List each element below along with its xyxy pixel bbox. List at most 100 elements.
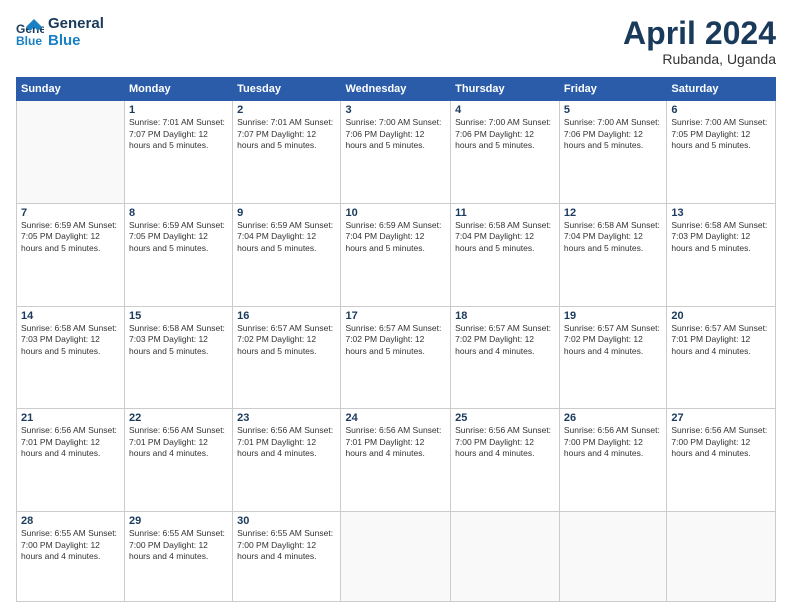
logo-blue: Blue — [48, 33, 104, 50]
header-row: SundayMondayTuesdayWednesdayThursdayFrid… — [17, 78, 776, 101]
calendar-cell — [667, 512, 776, 602]
header-day: Tuesday — [233, 78, 341, 101]
day-info: Sunrise: 7:00 AM Sunset: 7:06 PM Dayligh… — [455, 117, 555, 151]
day-info: Sunrise: 6:57 AM Sunset: 7:02 PM Dayligh… — [455, 323, 555, 357]
day-number: 4 — [455, 104, 555, 116]
calendar-cell: 18Sunrise: 6:57 AM Sunset: 7:02 PM Dayli… — [451, 306, 560, 409]
header-day: Saturday — [667, 78, 776, 101]
calendar-cell: 19Sunrise: 6:57 AM Sunset: 7:02 PM Dayli… — [559, 306, 666, 409]
day-info: Sunrise: 7:01 AM Sunset: 7:07 PM Dayligh… — [237, 117, 336, 151]
calendar-cell: 3Sunrise: 7:00 AM Sunset: 7:06 PM Daylig… — [341, 101, 451, 204]
calendar-cell: 28Sunrise: 6:55 AM Sunset: 7:00 PM Dayli… — [17, 512, 125, 602]
calendar-cell: 21Sunrise: 6:56 AM Sunset: 7:01 PM Dayli… — [17, 409, 125, 512]
day-number: 3 — [345, 104, 446, 116]
calendar-cell: 9Sunrise: 6:59 AM Sunset: 7:04 PM Daylig… — [233, 203, 341, 306]
calendar-cell: 13Sunrise: 6:58 AM Sunset: 7:03 PM Dayli… — [667, 203, 776, 306]
calendar-cell: 16Sunrise: 6:57 AM Sunset: 7:02 PM Dayli… — [233, 306, 341, 409]
day-number: 20 — [671, 310, 771, 322]
logo-general: General — [48, 16, 104, 33]
calendar-cell: 4Sunrise: 7:00 AM Sunset: 7:06 PM Daylig… — [451, 101, 560, 204]
day-number: 17 — [345, 310, 446, 322]
day-info: Sunrise: 6:58 AM Sunset: 7:03 PM Dayligh… — [129, 323, 228, 357]
calendar-cell: 1Sunrise: 7:01 AM Sunset: 7:07 PM Daylig… — [125, 101, 233, 204]
calendar-cell: 7Sunrise: 6:59 AM Sunset: 7:05 PM Daylig… — [17, 203, 125, 306]
day-number: 12 — [564, 207, 662, 219]
day-info: Sunrise: 6:57 AM Sunset: 7:02 PM Dayligh… — [237, 323, 336, 357]
calendar-cell: 5Sunrise: 7:00 AM Sunset: 7:06 PM Daylig… — [559, 101, 666, 204]
day-number: 9 — [237, 207, 336, 219]
header-day: Wednesday — [341, 78, 451, 101]
calendar-cell: 2Sunrise: 7:01 AM Sunset: 7:07 PM Daylig… — [233, 101, 341, 204]
day-info: Sunrise: 6:56 AM Sunset: 7:00 PM Dayligh… — [455, 425, 555, 459]
day-info: Sunrise: 6:55 AM Sunset: 7:00 PM Dayligh… — [129, 528, 228, 562]
calendar-row: 21Sunrise: 6:56 AM Sunset: 7:01 PM Dayli… — [17, 409, 776, 512]
day-number: 26 — [564, 412, 662, 424]
day-number: 27 — [671, 412, 771, 424]
header: General Blue General Blue April 2024 Rub… — [16, 16, 776, 67]
calendar-cell — [17, 101, 125, 204]
day-info: Sunrise: 6:55 AM Sunset: 7:00 PM Dayligh… — [237, 528, 336, 562]
calendar-cell: 10Sunrise: 6:59 AM Sunset: 7:04 PM Dayli… — [341, 203, 451, 306]
title-section: April 2024 Rubanda, Uganda — [623, 16, 776, 67]
day-number: 15 — [129, 310, 228, 322]
day-number: 19 — [564, 310, 662, 322]
day-info: Sunrise: 6:58 AM Sunset: 7:04 PM Dayligh… — [564, 220, 662, 254]
calendar-row: 14Sunrise: 6:58 AM Sunset: 7:03 PM Dayli… — [17, 306, 776, 409]
day-number: 25 — [455, 412, 555, 424]
calendar-cell — [341, 512, 451, 602]
day-info: Sunrise: 6:56 AM Sunset: 7:01 PM Dayligh… — [129, 425, 228, 459]
header-day: Monday — [125, 78, 233, 101]
day-number: 7 — [21, 207, 120, 219]
day-info: Sunrise: 6:57 AM Sunset: 7:02 PM Dayligh… — [345, 323, 446, 357]
page-container: General Blue General Blue April 2024 Rub… — [0, 0, 792, 612]
day-number: 18 — [455, 310, 555, 322]
day-number: 2 — [237, 104, 336, 116]
day-info: Sunrise: 6:58 AM Sunset: 7:04 PM Dayligh… — [455, 220, 555, 254]
day-number: 24 — [345, 412, 446, 424]
calendar-cell: 17Sunrise: 6:57 AM Sunset: 7:02 PM Dayli… — [341, 306, 451, 409]
svg-text:Blue: Blue — [16, 34, 42, 47]
day-number: 1 — [129, 104, 228, 116]
calendar-cell: 14Sunrise: 6:58 AM Sunset: 7:03 PM Dayli… — [17, 306, 125, 409]
day-number: 28 — [21, 515, 120, 527]
header-day: Sunday — [17, 78, 125, 101]
calendar-table: SundayMondayTuesdayWednesdayThursdayFrid… — [16, 77, 776, 602]
day-number: 6 — [671, 104, 771, 116]
calendar-cell: 23Sunrise: 6:56 AM Sunset: 7:01 PM Dayli… — [233, 409, 341, 512]
day-info: Sunrise: 7:01 AM Sunset: 7:07 PM Dayligh… — [129, 117, 228, 151]
day-number: 23 — [237, 412, 336, 424]
calendar-cell: 26Sunrise: 6:56 AM Sunset: 7:00 PM Dayli… — [559, 409, 666, 512]
day-info: Sunrise: 6:59 AM Sunset: 7:04 PM Dayligh… — [237, 220, 336, 254]
calendar-row: 1Sunrise: 7:01 AM Sunset: 7:07 PM Daylig… — [17, 101, 776, 204]
calendar-row: 28 Sunrise: 6:55 AM Sunset: 7:00 PM Dayli… — [17, 512, 776, 602]
day-info: Sunrise: 6:58 AM Sunset: 7:03 PM Dayligh… — [671, 220, 771, 254]
day-info: Sunrise: 6:57 AM Sunset: 7:01 PM Dayligh… — [671, 323, 771, 357]
day-info: Sunrise: 6:56 AM Sunset: 7:01 PM Dayligh… — [345, 425, 446, 459]
calendar-cell: 8Sunrise: 6:59 AM Sunset: 7:05 PM Daylig… — [125, 203, 233, 306]
calendar-cell: 27Sunrise: 6:56 AM Sunset: 7:00 PM Dayli… — [667, 409, 776, 512]
day-info: Sunrise: 6:57 AM Sunset: 7:02 PM Dayligh… — [564, 323, 662, 357]
day-info: Sunrise: 6:56 AM Sunset: 7:00 PM Dayligh… — [671, 425, 771, 459]
calendar-cell: 20Sunrise: 6:57 AM Sunset: 7:01 PM Dayli… — [667, 306, 776, 409]
logo: General Blue General Blue — [16, 16, 104, 49]
calendar-cell: 24Sunrise: 6:56 AM Sunset: 7:01 PM Dayli… — [341, 409, 451, 512]
day-number: 14 — [21, 310, 120, 322]
calendar-row: 7 Sunrise: 6:59 AM Sunset: 7:05 PM Daylig… — [17, 203, 776, 306]
day-info: Sunrise: 7:00 AM Sunset: 7:05 PM Dayligh… — [671, 117, 771, 151]
month-title: April 2024 — [623, 16, 776, 51]
day-info: Sunrise: 6:59 AM Sunset: 7:05 PM Dayligh… — [129, 220, 228, 254]
day-number: 13 — [671, 207, 771, 219]
day-number: 5 — [564, 104, 662, 116]
day-number: 29 — [129, 515, 228, 527]
day-info: Sunrise: 6:56 AM Sunset: 7:01 PM Dayligh… — [21, 425, 120, 459]
calendar-cell: 6Sunrise: 7:00 AM Sunset: 7:05 PM Daylig… — [667, 101, 776, 204]
day-info: Sunrise: 6:56 AM Sunset: 7:01 PM Dayligh… — [237, 425, 336, 459]
calendar-cell — [451, 512, 560, 602]
header-day: Friday — [559, 78, 666, 101]
calendar-cell — [559, 512, 666, 602]
calendar-cell: 12Sunrise: 6:58 AM Sunset: 7:04 PM Dayli… — [559, 203, 666, 306]
day-info: Sunrise: 6:59 AM Sunset: 7:04 PM Dayligh… — [345, 220, 446, 254]
day-info: Sunrise: 6:58 AM Sunset: 7:03 PM Dayligh… — [21, 323, 120, 357]
day-number: 8 — [129, 207, 228, 219]
calendar-cell: 15Sunrise: 6:58 AM Sunset: 7:03 PM Dayli… — [125, 306, 233, 409]
